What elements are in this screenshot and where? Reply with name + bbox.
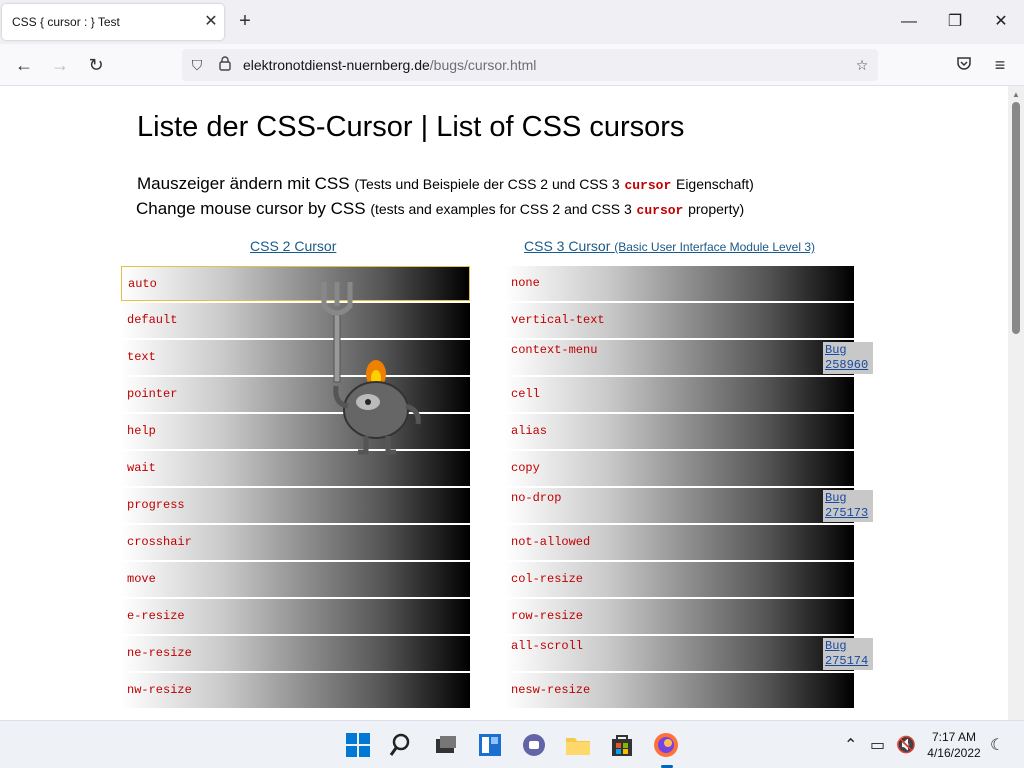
browser-tab-active[interactable]: CSS { cursor : } Test ✕ <box>2 4 224 40</box>
cursor-label: vertical-text <box>511 313 605 327</box>
file-explorer-icon[interactable] <box>564 731 592 759</box>
forward-arrow-icon[interactable]: → <box>48 53 72 77</box>
css2-cursor-link[interactable]: CSS 2 Cursor <box>250 238 336 254</box>
css3-cursor-row[interactable]: vertical-text <box>505 303 854 338</box>
widgets-icon[interactable] <box>476 731 504 759</box>
cursor-label: no-drop <box>511 491 562 505</box>
cursor-label: none <box>511 276 540 290</box>
css3-cursor-row[interactable]: nesw-resize <box>505 673 854 708</box>
cursor-label: context-menu <box>511 343 598 357</box>
page-title: Liste der CSS-Cursor | List of CSS curso… <box>137 111 685 143</box>
css3-cursor-row[interactable]: alias <box>505 414 854 449</box>
cursor-label: pointer <box>127 387 178 401</box>
css2-cursor-row[interactable]: move <box>121 562 470 597</box>
address-bar[interactable]: ⛉ elektronotdienst-nuernberg.de/bugs/cur… <box>182 49 878 81</box>
cursor-label: text <box>127 350 156 364</box>
close-tab-icon[interactable]: ✕ <box>202 12 220 32</box>
css3-cursor-link[interactable]: CSS 3 Cursor (Basic User Interface Modul… <box>524 238 815 254</box>
cursor-label: cell <box>511 387 540 401</box>
css2-cursor-row[interactable]: crosshair <box>121 525 470 560</box>
volume-muted-icon[interactable]: 🔇 <box>896 735 916 755</box>
restore-icon[interactable]: ❐ <box>940 10 970 34</box>
cursor-label: row-resize <box>511 609 584 623</box>
css3-cursor-row[interactable]: none <box>505 266 854 301</box>
css3-cursor-row[interactable]: no-drop <box>505 488 854 523</box>
cursor-label: default <box>127 313 178 327</box>
cursor-label: move <box>127 572 156 586</box>
bug-link[interactable]: Bug 258960 <box>823 342 873 374</box>
cursor-label: help <box>127 424 156 438</box>
subtitle-english: Change mouse cursor by CSS (tests and ex… <box>136 199 745 218</box>
css3-cursor-row[interactable]: context-menu <box>505 340 854 375</box>
bug-link[interactable]: Bug 275174 <box>823 638 873 670</box>
back-arrow-icon[interactable]: ← <box>12 53 36 77</box>
css2-cursor-row[interactable]: ne-resize <box>121 636 470 671</box>
network-icon[interactable]: ▭ <box>870 735 885 755</box>
url-text[interactable]: elektronotdienst-nuernberg.de/bugs/curso… <box>243 57 536 73</box>
firefox-icon[interactable] <box>652 731 680 759</box>
subtitle-german: Mauszeiger ändern mit CSS (Tests und Bei… <box>137 174 754 193</box>
cursor-label: not-allowed <box>511 535 591 549</box>
bug-link[interactable]: Bug 275173 <box>823 490 873 522</box>
robot-cursor-image <box>321 282 421 455</box>
cursor-label: all-scroll <box>511 639 584 653</box>
tab-title: CSS { cursor : } Test <box>12 15 120 29</box>
cursor-label: e-resize <box>127 609 185 623</box>
shield-icon[interactable]: ⛉ <box>187 55 207 75</box>
css2-cursor-row[interactable]: nw-resize <box>121 673 470 708</box>
scrollbar-thumb[interactable] <box>1012 102 1020 334</box>
css3-cursor-row[interactable]: copy <box>505 451 854 486</box>
menu-hamburger-icon[interactable]: ≡ <box>988 53 1012 77</box>
teams-chat-icon[interactable] <box>520 731 548 759</box>
minimize-icon[interactable]: — <box>894 10 924 34</box>
cursor-label: col-resize <box>511 572 584 586</box>
cursor-label: crosshair <box>127 535 192 549</box>
page-content: Liste der CSS-Cursor | List of CSS curso… <box>0 86 1008 720</box>
notification-moon-icon[interactable]: ☾ <box>990 735 1004 755</box>
cursor-label: nw-resize <box>127 683 192 697</box>
pocket-icon[interactable] <box>952 53 976 77</box>
search-icon[interactable] <box>389 731 417 759</box>
css2-cursor-row[interactable]: e-resize <box>121 599 470 634</box>
css3-cursor-row[interactable]: row-resize <box>505 599 854 634</box>
page-scrollbar[interactable]: ▲ <box>1008 86 1024 720</box>
microsoft-store-icon[interactable] <box>608 731 636 759</box>
reload-icon[interactable]: ↻ <box>84 53 108 77</box>
css2-cursor-row[interactable]: progress <box>121 488 470 523</box>
taskbar-clock[interactable]: 7:17 AM 4/16/2022 <box>918 729 990 761</box>
css3-cursor-row[interactable]: not-allowed <box>505 525 854 560</box>
cursor-label: auto <box>128 277 157 291</box>
css3-cursor-row[interactable]: cell <box>505 377 854 412</box>
cursor-label: progress <box>127 498 185 512</box>
scroll-up-arrow-icon[interactable]: ▲ <box>1012 90 1020 99</box>
cursor-label: copy <box>511 461 540 475</box>
cursor-label: ne-resize <box>127 646 192 660</box>
windows-taskbar: ⌃ ▭ 🔇 7:17 AM 4/16/2022 ☾ <box>0 720 1024 768</box>
lock-icon[interactable] <box>215 55 235 75</box>
chevron-up-icon[interactable]: ⌃ <box>844 735 857 755</box>
windows-start-icon[interactable] <box>344 731 372 759</box>
browser-toolbar: ← → ↻ ⛉ elektronotdienst-nuernberg.de/bu… <box>0 44 1024 86</box>
browser-titlebar: CSS { cursor : } Test ✕ + — ❐ ✕ <box>0 0 1024 44</box>
cursor-label: alias <box>511 424 548 438</box>
cursor-label: nesw-resize <box>511 683 591 697</box>
new-tab-button[interactable]: + <box>234 10 256 32</box>
css3-cursor-row[interactable]: all-scroll <box>505 636 854 671</box>
cursor-label: wait <box>127 461 156 475</box>
bookmark-star-icon[interactable]: ☆ <box>852 55 872 75</box>
close-window-icon[interactable]: ✕ <box>986 10 1016 34</box>
task-view-icon[interactable] <box>432 731 460 759</box>
css3-cursor-row[interactable]: col-resize <box>505 562 854 597</box>
